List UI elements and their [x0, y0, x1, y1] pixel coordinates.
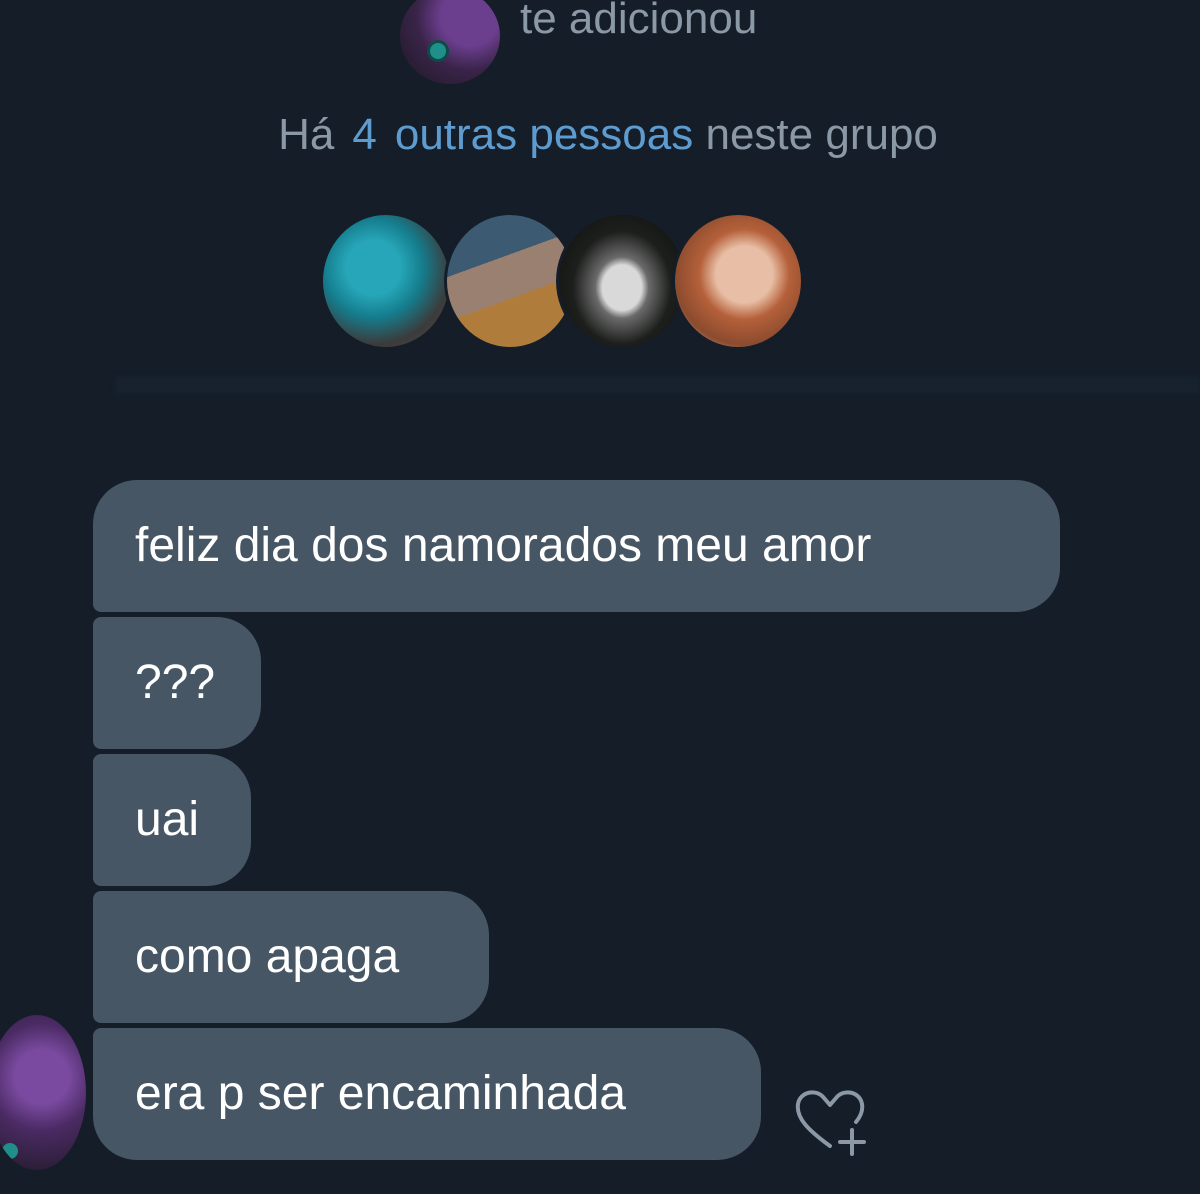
divider — [115, 376, 1200, 394]
message-bubble[interactable]: uai — [93, 754, 251, 886]
react-button[interactable] — [790, 1080, 870, 1160]
group-info-prefix: Há — [278, 110, 335, 159]
member-avatar[interactable] — [672, 212, 804, 350]
message-bubble[interactable]: ??? — [93, 617, 261, 749]
member-avatar[interactable] — [320, 212, 452, 350]
added-text: te adicionou — [520, 0, 758, 43]
sender-avatar[interactable] — [0, 1015, 86, 1170]
message-bubble[interactable]: era p ser encaminhada — [93, 1028, 761, 1160]
message-bubble[interactable]: feliz dia dos namorados meu amor — [93, 480, 1060, 612]
group-info: Há 4 outras pessoas neste grupo — [0, 110, 1200, 160]
dm-conversation: te adicionou Há 4 outras pessoas neste gru… — [0, 0, 1200, 1194]
group-info-suffix: neste grupo — [705, 110, 938, 159]
message-bubble[interactable]: como apaga — [93, 891, 489, 1023]
adder-avatar[interactable] — [400, 0, 500, 84]
heart-plus-icon — [795, 1090, 866, 1156]
member-avatars — [320, 212, 820, 352]
member-avatar[interactable] — [556, 212, 688, 350]
group-member-count: 4 — [352, 110, 377, 159]
other-people-link[interactable]: outras pessoas — [395, 110, 693, 159]
